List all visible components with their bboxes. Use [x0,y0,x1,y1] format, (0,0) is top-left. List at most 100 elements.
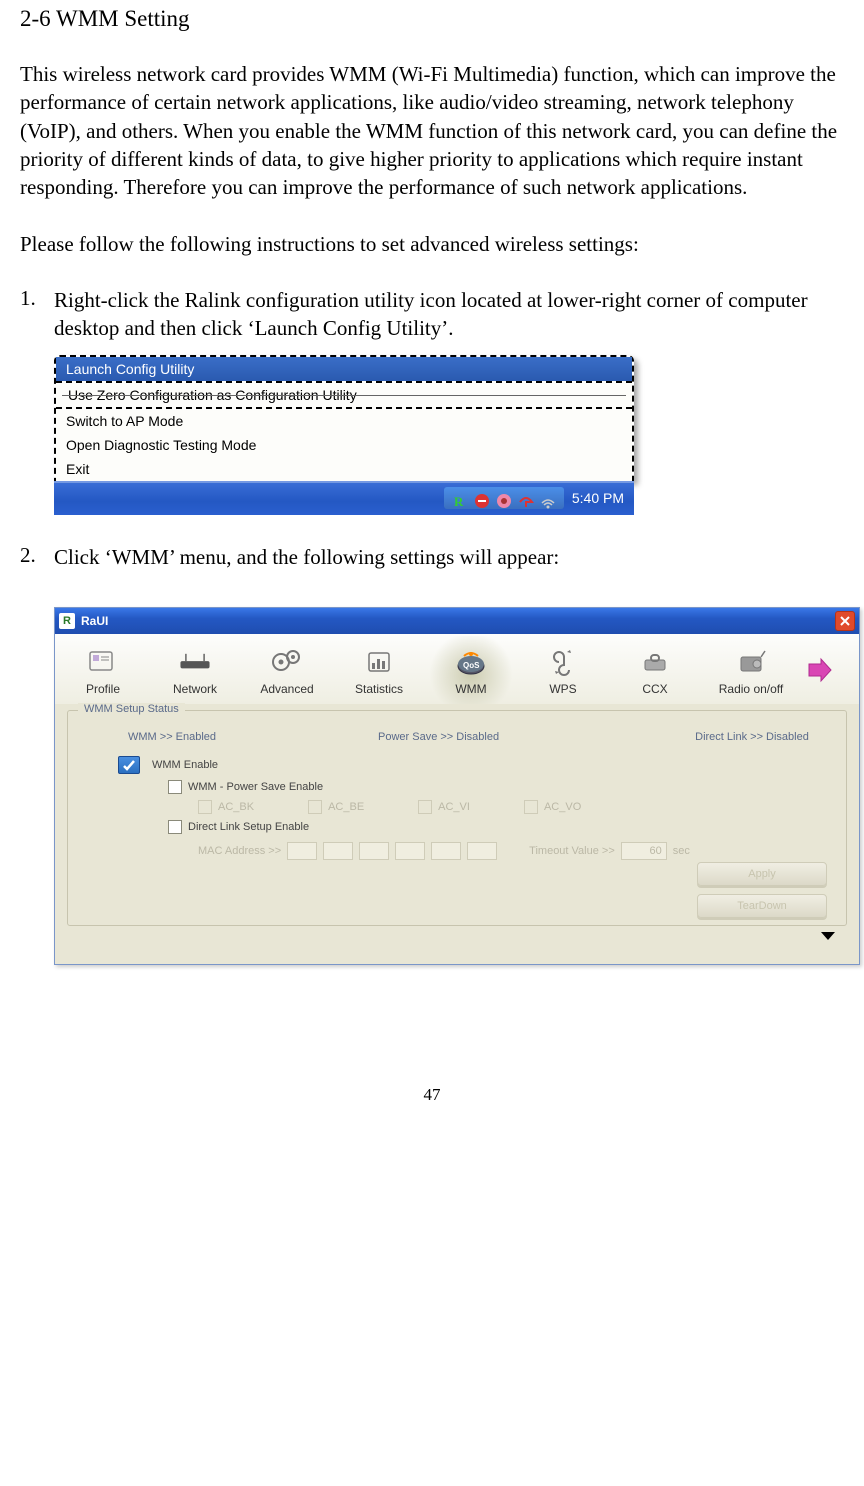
tray-wifi-icon[interactable] [540,490,556,506]
step-1: 1. Right-click the Ralink configuration … [20,286,844,343]
raui-window: R RaUI Profile Network Advanced Statist [54,607,860,965]
app-icon: R [59,613,75,629]
checkbox-powersave[interactable] [168,780,182,794]
label-wmm-enable: WMM Enable [152,759,218,771]
mac-field-2 [323,842,353,860]
label-timeout: Timeout Value >> [529,845,615,857]
checkbox-ac-bk [198,800,212,814]
step-2-number: 2. [20,543,54,571]
figure-context-menu: Launch Config Utility Use Zero Configura… [20,355,844,515]
option-ac-vi: AC_VI [418,800,470,814]
tray-umbrella-icon[interactable] [518,490,534,506]
tab-network[interactable]: Network [149,636,241,704]
tab-profile-label: Profile [86,682,120,696]
option-wmm-enable[interactable]: WMM Enable [78,753,836,777]
close-button[interactable] [835,611,855,631]
teardown-button[interactable]: TearDown [697,894,827,918]
option-ac-vo: AC_VO [524,800,581,814]
mac-field-5 [431,842,461,860]
tray-stop-icon[interactable] [474,490,490,506]
tab-radio-label: Radio on/off [719,682,784,696]
paragraph-intro: This wireless network card provides WMM … [20,60,844,202]
expand-button[interactable] [819,929,837,946]
button-group: Apply TearDown [697,862,827,918]
mac-field-4 [395,842,425,860]
tray-shield-icon[interactable] [496,490,512,506]
checkbox-ac-be [308,800,322,814]
tray-app-icon[interactable]: R [452,490,468,506]
label-ac-be: AC_BE [328,801,364,813]
menu-item-launch[interactable]: Launch Config Utility [56,357,632,381]
menu-item-zerocfg-label: Use Zero Configuration as Configuration … [66,387,359,403]
tab-wps[interactable]: WPS [517,636,609,704]
label-dls: Direct Link Setup Enable [188,821,309,833]
label-mac: MAC Address >> [198,845,281,857]
ccx-icon [635,644,675,680]
wmm-icon: QoS [451,644,491,680]
profile-icon [83,644,123,680]
taskbar: R 5:40 PM [54,481,634,515]
toolbar-next-arrow[interactable] [801,636,837,704]
svg-text:QoS: QoS [463,661,480,670]
network-icon [175,644,215,680]
label-powersave: WMM - Power Save Enable [188,781,323,793]
checkbox-dls[interactable] [168,820,182,834]
wps-icon [543,644,583,680]
system-tray: R [444,487,564,509]
status-wmm: WMM >> Enabled [128,731,318,743]
tab-ccx[interactable]: CCX [609,636,701,704]
tab-profile[interactable]: Profile [57,636,149,704]
menu-item-exit[interactable]: Exit [56,457,632,481]
label-timeout-unit: sec [673,845,690,857]
step-2-text: Click ‘WMM’ menu, and the following sett… [54,543,844,571]
checkbox-ac-vi [418,800,432,814]
titlebar: R RaUI [55,608,859,634]
option-powersave-enable[interactable]: WMM - Power Save Enable [78,777,836,797]
tab-wmm[interactable]: QoS WMM [425,636,517,704]
tab-wps-label: WPS [549,682,576,696]
arrow-right-icon [805,656,833,684]
status-powersave: Power Save >> Disabled [378,731,628,743]
label-ac-vi: AC_VI [438,801,470,813]
tab-wmm-label: WMM [455,682,486,696]
advanced-icon [267,644,307,680]
label-ac-bk: AC_BK [218,801,254,813]
option-ac-bk: AC_BK [198,800,254,814]
tab-advanced[interactable]: Advanced [241,636,333,704]
figure-raui: R RaUI Profile Network Advanced Statist [20,607,844,965]
option-dls-enable[interactable]: Direct Link Setup Enable [78,817,836,837]
step-1-number: 1. [20,286,54,343]
apply-button[interactable]: Apply [697,862,827,886]
tab-statistics[interactable]: Statistics [333,636,425,704]
checkbox-wmm-enable[interactable] [118,756,140,774]
chevron-down-icon [819,929,837,943]
page-number: 47 [20,1085,844,1105]
menu-item-open-diag[interactable]: Open Diagnostic Testing Mode [56,433,632,457]
context-menu: Launch Config Utility Use Zero Configura… [54,355,634,481]
mac-field-3 [359,842,389,860]
menu-item-zerocfg[interactable]: Use Zero Configuration as Configuration … [56,381,632,409]
tab-advanced-label: Advanced [260,682,313,696]
fieldset-legend: WMM Setup Status [78,703,185,715]
raui-body: WMM Setup Status WMM >> Enabled Power Sa… [55,704,859,964]
close-icon [839,615,851,627]
mac-field-6 [467,842,497,860]
tab-statistics-label: Statistics [355,682,403,696]
mac-row: MAC Address >> Timeout Value >> sec [78,837,836,865]
paragraph-instructions: Please follow the following instructions… [20,230,844,258]
toolbar: Profile Network Advanced Statistics QoS … [55,634,859,704]
taskbar-clock: 5:40 PM [572,490,624,506]
tab-ccx-label: CCX [642,682,667,696]
mac-field-1 [287,842,317,860]
step-2: 2. Click ‘WMM’ menu, and the following s… [20,543,844,571]
option-ac-be: AC_BE [308,800,364,814]
step-1-text: Right-click the Ralink configuration uti… [54,286,844,343]
menu-item-switch-ap[interactable]: Switch to AP Mode [56,409,632,433]
tab-network-label: Network [173,682,217,696]
status-directlink: Direct Link >> Disabled [688,731,816,743]
radio-icon [731,644,771,680]
expand-arrow-row [67,926,847,948]
window-title: RaUI [81,614,835,628]
statistics-icon [359,644,399,680]
tab-radio[interactable]: Radio on/off [701,636,801,704]
